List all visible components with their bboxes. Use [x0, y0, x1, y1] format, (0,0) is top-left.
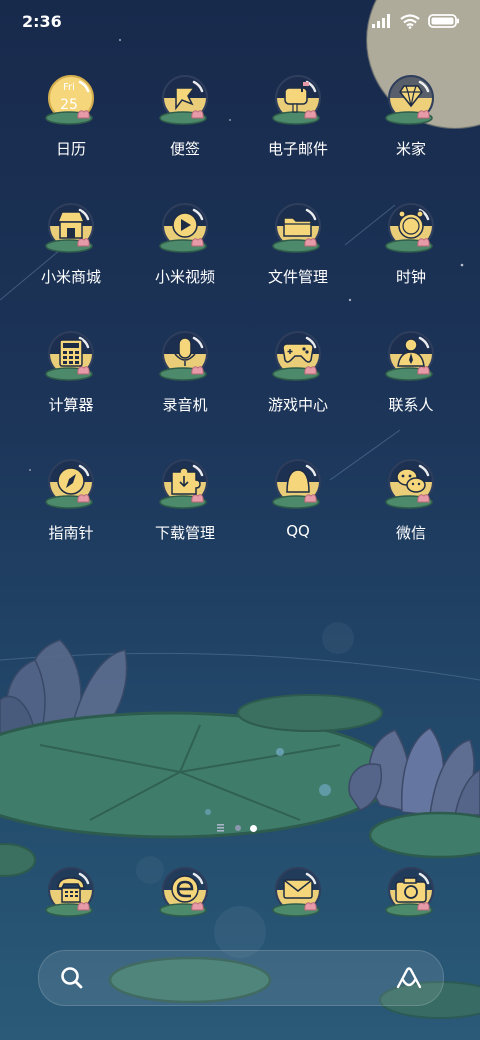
app-mi-video[interactable]: 小米视频 [130, 202, 240, 302]
app-label: 下载管理 [154, 524, 215, 542]
app-label: 联系人 [388, 396, 434, 414]
app-label: 微信 [395, 524, 426, 542]
app-recorder[interactable]: 录音机 [130, 330, 240, 430]
messages-icon[interactable] [271, 866, 325, 920]
app-mi-store[interactable]: 小米商城 [16, 202, 126, 302]
browser-icon[interactable] [158, 866, 212, 920]
app-label: 指南针 [48, 524, 94, 542]
calendar-icon: Fri 25 [45, 75, 94, 125]
app-label: 计算器 [48, 396, 94, 414]
clock-icon [384, 202, 435, 254]
puzzle-download-icon [158, 458, 209, 510]
phone-icon[interactable] [44, 866, 98, 920]
compass-icon [44, 458, 95, 510]
status-icons [372, 12, 460, 30]
app-label: 文件管理 [267, 268, 328, 286]
app-label: 电子邮件 [267, 140, 328, 158]
app-file-manager[interactable]: 文件管理 [243, 202, 353, 302]
app-game-center[interactable]: 游戏中心 [243, 330, 353, 430]
app-compass[interactable]: 指南针 [16, 458, 126, 558]
app-label: 时钟 [395, 268, 426, 286]
camera-icon[interactable] [384, 866, 438, 920]
app-qq[interactable]: QQ [243, 458, 353, 558]
gamepad-icon [271, 330, 322, 382]
app-notes[interactable]: 便签 [130, 74, 240, 174]
person-icon [384, 330, 435, 382]
notes-icon [158, 74, 209, 126]
calculator-icon [44, 330, 95, 382]
app-clock[interactable]: 时钟 [356, 202, 466, 302]
folder-icon [271, 202, 322, 254]
app-label: 小米商城 [40, 268, 101, 286]
status-bar: 2:36 [0, 0, 480, 44]
page-dot [235, 825, 241, 831]
app-label: 小米视频 [154, 268, 215, 286]
calendar-day: Fri [63, 82, 75, 93]
calendar-date: 25 [60, 97, 78, 113]
app-label: 游戏中心 [267, 396, 328, 414]
app-downloads[interactable]: 下载管理 [130, 458, 240, 558]
search-bar[interactable] [38, 950, 444, 1006]
search-icon[interactable] [59, 965, 85, 991]
app-contacts[interactable]: 联系人 [356, 330, 466, 430]
wechat-icon [384, 458, 435, 510]
app-calendar[interactable]: Fri 25 日历 [16, 74, 126, 174]
app-label: 米家 [395, 140, 426, 158]
app-email[interactable]: 电子邮件 [243, 74, 353, 174]
diamond-icon [384, 74, 435, 126]
app-label: 日历 [55, 140, 86, 158]
app-label: QQ [286, 522, 310, 540]
page-dot-active [250, 824, 257, 832]
app-calculator[interactable]: 计算器 [16, 330, 126, 430]
app-label: 录音机 [162, 396, 208, 414]
app-label: 便签 [169, 140, 200, 158]
assistant-icon[interactable] [395, 964, 423, 992]
signal-icon [372, 14, 390, 28]
microphone-icon [158, 330, 209, 382]
wifi-icon [400, 13, 420, 29]
mailbox-icon [271, 74, 322, 126]
app-mijia[interactable]: 米家 [356, 74, 466, 174]
battery-icon [428, 14, 459, 28]
store-icon [44, 202, 95, 254]
qq-bell-icon [271, 458, 322, 510]
status-time: 2:36 [22, 12, 62, 31]
app-wechat[interactable]: 微信 [356, 458, 466, 558]
page-indicator[interactable] [216, 824, 257, 832]
menu-lines-icon [217, 824, 224, 832]
video-play-icon [158, 202, 209, 254]
